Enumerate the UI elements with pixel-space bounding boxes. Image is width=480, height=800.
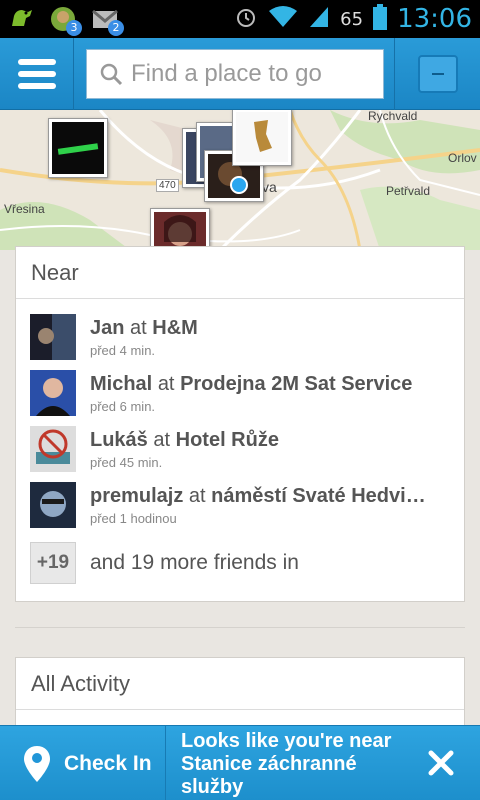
friend-map-pin[interactable]: [48, 118, 108, 178]
map-view[interactable]: Rychvald Orlov Petřvald Vřesina 470 va: [0, 110, 480, 250]
clock: 13:06: [397, 4, 472, 34]
venue-name[interactable]: náměstí Svaté Hedvi…: [211, 485, 426, 507]
road-number: 470: [156, 179, 179, 192]
friend-name: Lukáš: [90, 428, 148, 451]
friend-avatar: [30, 370, 76, 416]
check-in-label: Check In: [64, 751, 152, 775]
friend-photo: [52, 122, 104, 174]
location-pin-icon: [24, 745, 50, 782]
close-icon[interactable]: [424, 746, 458, 780]
map-label: Orlov: [448, 151, 477, 165]
alarm-icon: [234, 5, 258, 34]
menu-button[interactable]: [0, 38, 74, 110]
status-bar: 3 2 65 13:06: [0, 0, 480, 38]
section-divider: [15, 627, 465, 628]
venue-name[interactable]: Hotel Růže: [176, 429, 279, 451]
activity-title: All Activity: [16, 658, 464, 710]
android-robot-icon: [6, 4, 36, 34]
top-app-bar: [0, 38, 480, 110]
filter-icon: [417, 55, 458, 93]
near-title: Near: [16, 247, 464, 299]
friend-row[interactable]: Michal at Prodejna 2M Sat Service před 6…: [16, 365, 464, 421]
friend-name: Michal: [90, 372, 153, 395]
map-label: Vřesina: [4, 202, 45, 216]
friend-avatar: [30, 314, 76, 360]
friend-map-pin[interactable]: [232, 110, 292, 166]
checkin-time: před 45 min.: [90, 454, 163, 470]
chat-avatar-icon: 3: [48, 4, 82, 36]
nearby-venue-banner: Check In Looks like you're near Stanice …: [0, 725, 480, 800]
friend-avatar: [30, 482, 76, 528]
checkin-time: před 6 min.: [90, 398, 156, 414]
search-box[interactable]: [86, 49, 384, 99]
friend-row[interactable]: Lukáš at Hotel Růže před 45 min.: [16, 421, 464, 477]
check-in-button[interactable]: Check In: [0, 726, 166, 800]
battery-level: 65: [340, 8, 364, 30]
more-count-badge: +19: [30, 542, 76, 584]
venue-name[interactable]: Prodejna 2M Sat Service: [180, 373, 412, 395]
map-label: va: [262, 179, 277, 195]
map-label: Rychvald: [368, 110, 418, 123]
notification-badge: 3: [66, 20, 82, 36]
filter-button[interactable]: [394, 38, 480, 110]
signal-icon: [308, 5, 330, 34]
search-input[interactable]: [131, 60, 371, 88]
nearby-suggestion-text[interactable]: Looks like you're near Stanice záchranné…: [181, 730, 401, 799]
search-icon: [100, 63, 123, 86]
friend-avatar: [30, 426, 76, 472]
notification-badge: 2: [108, 20, 124, 36]
friend-row[interactable]: premulajz at náměstí Svaté Hedvi… před 1…: [16, 477, 464, 533]
friend-name: Jan: [90, 316, 125, 339]
friend-map-pin[interactable]: [150, 208, 210, 250]
wifi-icon: [268, 5, 298, 34]
menu-icon: [17, 59, 56, 65]
near-card: Near Jan at H&M před 4 min. Michal at Pr…: [15, 246, 465, 602]
checkin-time: před 1 hodinou: [90, 510, 177, 526]
battery-icon: [373, 3, 388, 35]
more-friends-row[interactable]: +19 and 19 more friends in: [16, 533, 464, 593]
current-location-marker: [230, 176, 248, 194]
friend-name: premulajz: [90, 484, 184, 507]
venue-name[interactable]: H&M: [152, 317, 198, 339]
map-label: Petřvald: [386, 184, 431, 198]
gmail-icon: 2: [90, 4, 124, 36]
friend-row[interactable]: Jan at H&M před 4 min.: [16, 309, 464, 365]
more-friends-text: and 19 more friends in: [90, 551, 299, 574]
checkin-time: před 4 min.: [90, 342, 156, 358]
